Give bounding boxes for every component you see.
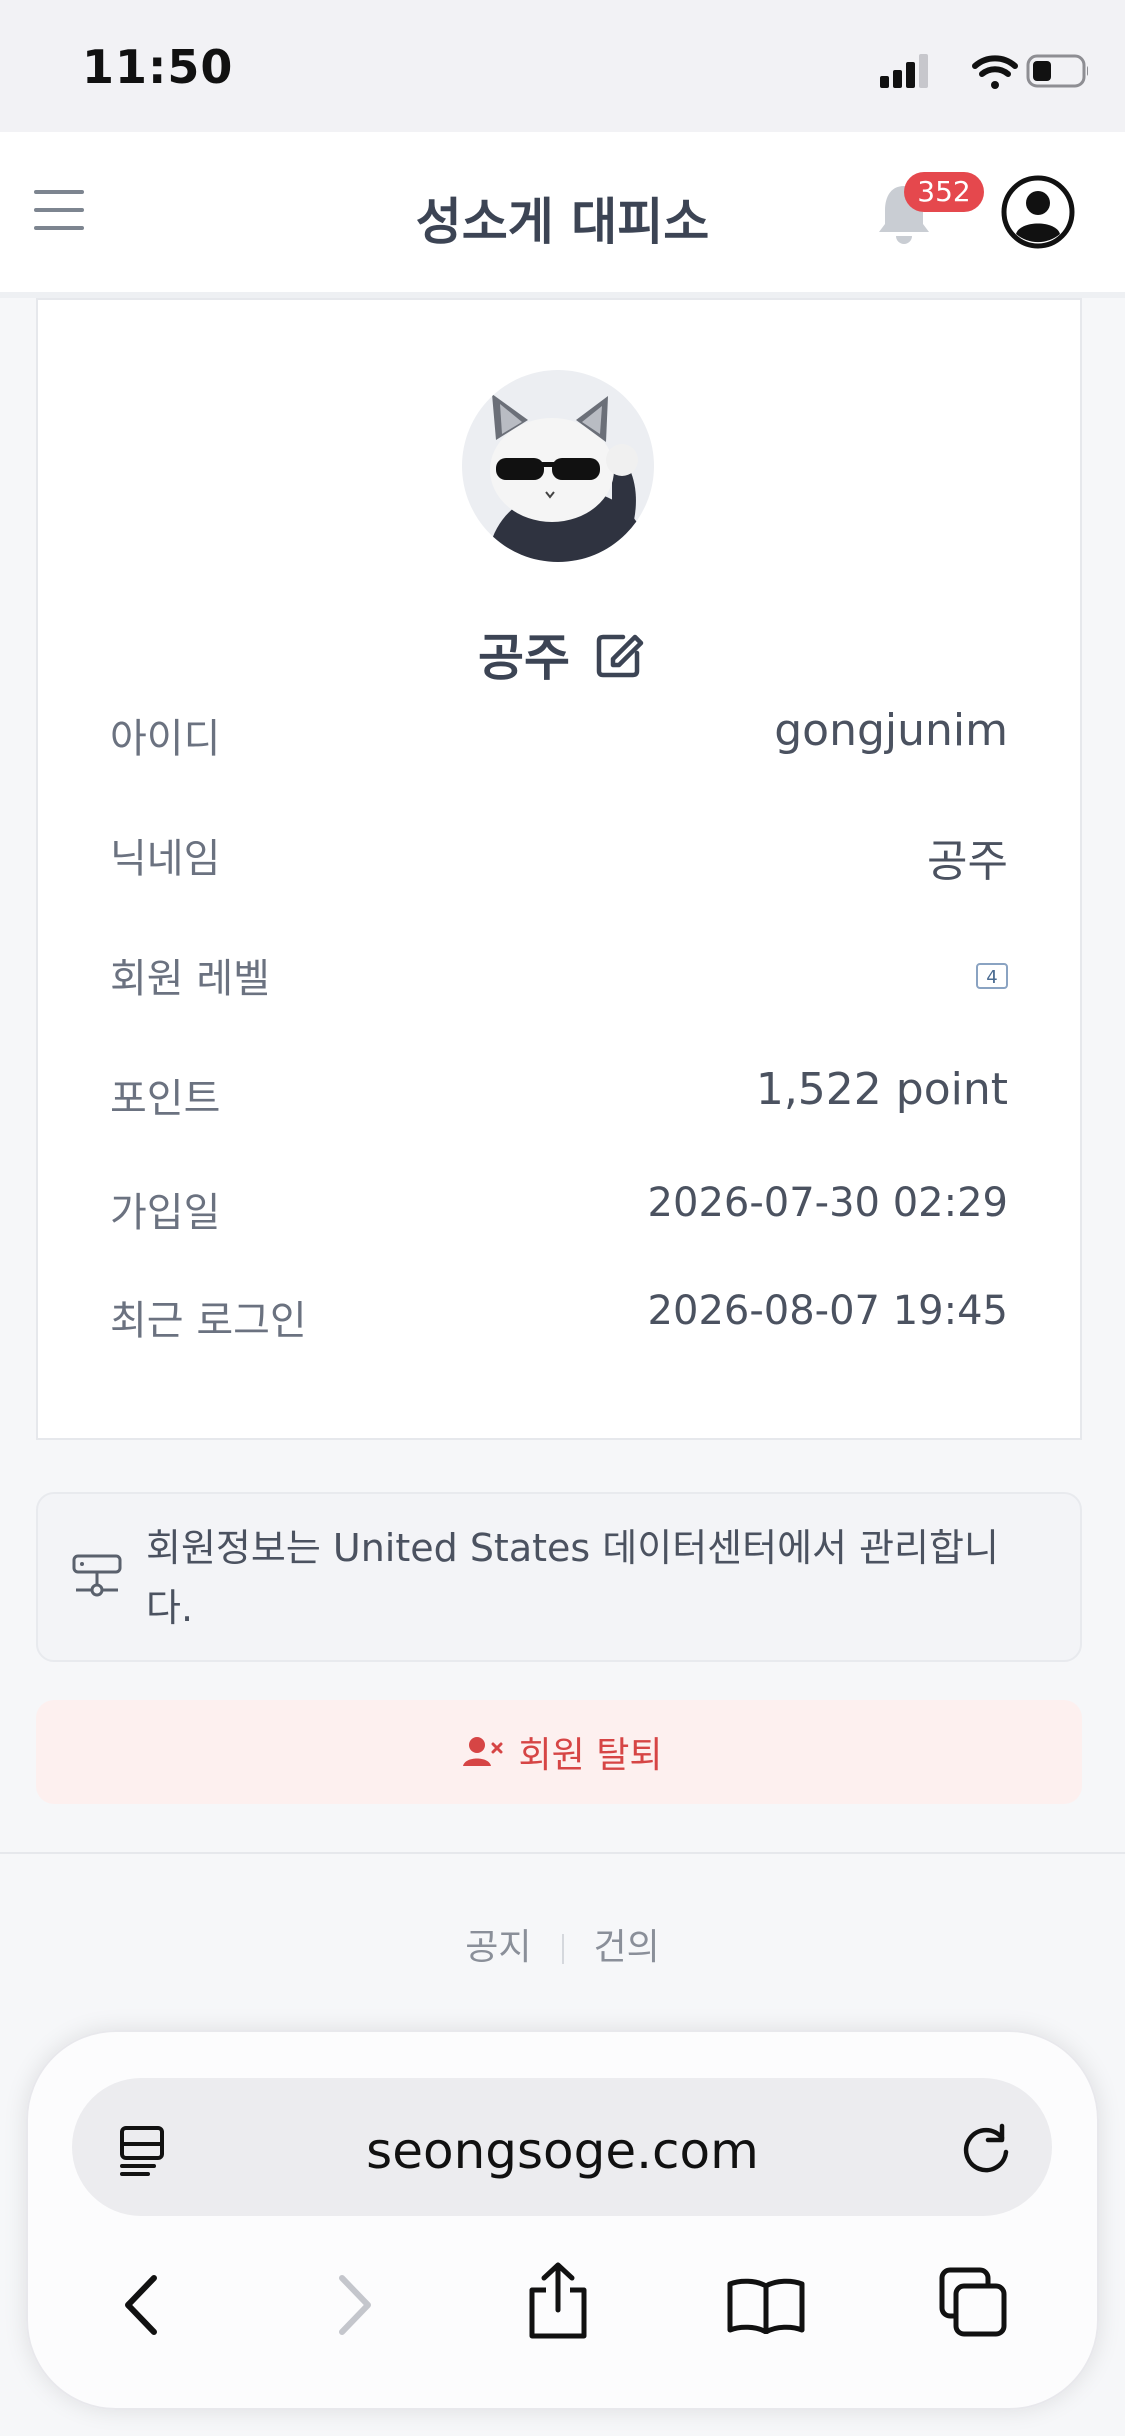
- withdraw-button-content[interactable]: 회원 탈퇴: [0, 1726, 1125, 1778]
- nickname-label: 닉네임: [110, 836, 221, 882]
- nickname-row: 공주: [0, 618, 1125, 690]
- footer-divider: [0, 1852, 1125, 1854]
- footer-links: 공지 건의: [0, 1918, 1125, 1970]
- cat-avatar-image: [487, 394, 652, 562]
- points-value: 1,522 point: [755, 1064, 1008, 1115]
- wifi-icon: [972, 55, 1018, 89]
- tabs-icon[interactable]: [938, 2266, 1010, 2338]
- forward-icon[interactable]: [330, 2274, 380, 2336]
- nickname-value: 공주: [927, 836, 1008, 887]
- bookmarks-icon[interactable]: [726, 2276, 806, 2334]
- status-icons: [880, 54, 1088, 89]
- share-icon[interactable]: [526, 2262, 590, 2340]
- status-time: 11:50: [82, 40, 234, 94]
- footer-separator: [561, 1934, 564, 1964]
- level-badge: 4: [976, 963, 1008, 989]
- avatar[interactable]: [462, 370, 654, 562]
- user-circle-icon[interactable]: [1000, 174, 1076, 250]
- user-remove-icon: [462, 1737, 503, 1766]
- footer-link-notice[interactable]: 공지: [465, 1927, 531, 1968]
- notification-count-badge: 352: [904, 172, 984, 212]
- signal-icon: [880, 54, 928, 88]
- last-login-label: 최근 로그인: [110, 1298, 307, 1344]
- points-label: 포인트: [110, 1076, 221, 1122]
- footer-link-suggestion[interactable]: 건의: [594, 1927, 660, 1968]
- profile-nickname: 공주: [477, 629, 570, 687]
- joined-value: 2026-07-30 02:29: [647, 1180, 1008, 1226]
- withdraw-label: 회원 탈퇴: [518, 1735, 663, 1776]
- edit-icon[interactable]: [593, 627, 647, 681]
- joined-label: 가입일: [110, 1190, 221, 1236]
- id-label: 아이디: [110, 716, 221, 762]
- reload-icon[interactable]: [958, 2120, 1016, 2178]
- app-header: 성소게 대피소 352: [0, 132, 1125, 298]
- datacenter-notice-text: 회원정보는 United States 데이터센터에서 관리합니다.: [146, 1526, 999, 1630]
- address-bar-url[interactable]: seongsoge.com: [0, 2122, 1125, 2180]
- last-login-value: 2026-08-07 19:45: [647, 1288, 1008, 1334]
- level-label: 회원 레벨: [110, 956, 270, 1002]
- battery-icon: [1026, 54, 1088, 88]
- id-value: gongjunim: [774, 705, 1008, 756]
- back-icon[interactable]: [116, 2274, 166, 2336]
- server-icon: [72, 1554, 122, 1597]
